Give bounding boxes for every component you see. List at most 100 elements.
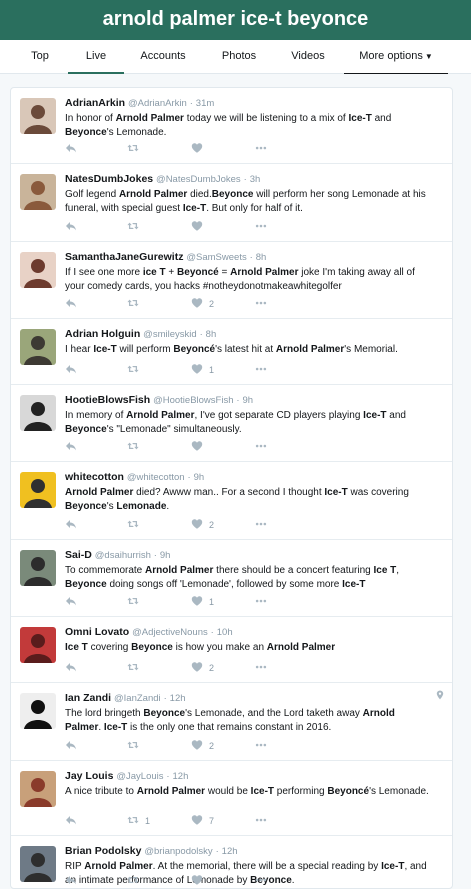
tweet[interactable]: SamanthaJaneGurewitz @SamSweets · 8h If … (11, 242, 452, 319)
avatar[interactable] (20, 174, 56, 210)
tweet[interactable]: Sai-D @dsaihurrish · 9h To commemorate A… (11, 540, 452, 617)
tweet[interactable]: HootieBlowsFish @HootieBlowsFish · 9h In… (11, 385, 452, 462)
retweet-button[interactable] (127, 297, 145, 311)
more-actions-button[interactable] (255, 142, 267, 156)
tweet[interactable]: AdrianArkin @AdrianArkin · 31m In honor … (11, 88, 452, 164)
tweet[interactable]: whitecotton @whitecotton · 9h Arnold Pal… (11, 462, 452, 540)
reply-button[interactable] (65, 297, 77, 311)
tweet-author-name[interactable]: SamanthaJaneGurewitz (65, 251, 183, 263)
tweet-timestamp[interactable]: 3h (250, 174, 261, 185)
avatar[interactable] (20, 329, 56, 365)
tweet-author-handle[interactable]: @HootieBlowsFish (153, 395, 233, 406)
reply-button[interactable] (65, 661, 77, 675)
tweet-timestamp[interactable]: 8h (206, 329, 217, 340)
reply-button[interactable] (65, 220, 77, 234)
avatar[interactable] (20, 771, 56, 807)
tweet-author-name[interactable]: NatesDumbJokes (65, 173, 153, 185)
like-button[interactable] (191, 874, 209, 888)
location-pin-icon[interactable] (436, 687, 444, 705)
retweet-button[interactable] (127, 440, 145, 454)
reply-button[interactable] (65, 739, 77, 753)
more-actions-button[interactable] (255, 518, 267, 532)
retweet-button[interactable] (127, 874, 145, 888)
tweet-timestamp[interactable]: 31m (196, 98, 214, 109)
avatar[interactable] (20, 846, 56, 882)
reply-button[interactable] (65, 363, 77, 377)
retweet-button[interactable] (127, 739, 145, 753)
tab-live[interactable]: Live (68, 40, 124, 74)
more-actions-button[interactable] (255, 363, 267, 377)
like-button[interactable] (191, 142, 209, 156)
tweet-author-handle[interactable]: @brianpodolsky (144, 846, 212, 857)
tweet[interactable]: Adrian Holguin @smileyskid · 8h I hear I… (11, 319, 452, 385)
tab-photos[interactable]: Photos (212, 40, 266, 74)
like-button[interactable]: 2 (191, 661, 214, 675)
more-actions-button[interactable] (255, 739, 267, 753)
tweet-author-handle[interactable]: @AdrianArkin (128, 98, 187, 109)
tweet-author-handle[interactable]: @AdjectiveNouns (132, 627, 208, 638)
tweet-author-handle[interactable]: @smileyskid (143, 329, 196, 340)
avatar[interactable] (20, 395, 56, 431)
tab-accounts[interactable]: Accounts (130, 40, 196, 74)
more-actions-button[interactable] (255, 440, 267, 454)
reply-button[interactable] (65, 595, 77, 609)
tweet-author-handle[interactable]: @IanZandi (114, 693, 161, 704)
more-actions-button[interactable] (255, 595, 267, 609)
like-button[interactable]: 2 (191, 297, 214, 311)
tweet-timestamp[interactable]: 12h (173, 771, 189, 782)
retweet-button[interactable] (127, 220, 145, 234)
tweet-author-name[interactable]: Ian Zandi (65, 692, 111, 704)
tweet[interactable]: Ian Zandi @IanZandi · 12h The lord bring… (11, 683, 452, 761)
tweet[interactable]: Omni Lovato @AdjectiveNouns · 10h Ice T … (11, 617, 452, 683)
tweet[interactable]: Jay Louis @JayLouis · 12h A nice tribute… (11, 761, 452, 836)
tweet-author-name[interactable]: whitecotton (65, 471, 124, 483)
more-actions-button[interactable] (255, 874, 267, 888)
like-button[interactable]: 2 (191, 739, 214, 753)
tweet-author-name[interactable]: Omni Lovato (65, 626, 129, 638)
tweet-timestamp[interactable]: 8h (256, 252, 267, 263)
tweet-author-name[interactable]: HootieBlowsFish (65, 394, 150, 406)
tab-top[interactable]: Top (18, 40, 62, 74)
reply-button[interactable] (65, 440, 77, 454)
tweet-author-handle[interactable]: @whitecotton (127, 472, 185, 483)
avatar[interactable] (20, 472, 56, 508)
tweet-author-handle[interactable]: @JayLouis (116, 771, 163, 782)
like-button[interactable]: 2 (191, 518, 214, 532)
tweet-author-name[interactable]: Jay Louis (65, 770, 113, 782)
retweet-button[interactable]: 1 (127, 814, 150, 828)
tweet-timestamp[interactable]: 9h (243, 395, 254, 406)
retweet-button[interactable] (127, 142, 145, 156)
like-button[interactable] (191, 220, 209, 234)
avatar[interactable] (20, 252, 56, 288)
tweet-timestamp[interactable]: 12h (222, 846, 238, 857)
tweet-author-handle[interactable]: @NatesDumbJokes (156, 174, 241, 185)
tweet[interactable]: Brian Podolsky @brianpodolsky · 12h RIP … (11, 836, 452, 888)
more-actions-button[interactable] (255, 297, 267, 311)
tweet[interactable]: NatesDumbJokes @NatesDumbJokes · 3h Golf… (11, 164, 452, 242)
reply-button[interactable] (65, 518, 77, 532)
more-actions-button[interactable] (255, 220, 267, 234)
tweet-author-name[interactable]: Sai-D (65, 549, 92, 561)
retweet-button[interactable] (127, 518, 145, 532)
reply-button[interactable] (65, 142, 77, 156)
avatar[interactable] (20, 550, 56, 586)
tab-videos[interactable]: Videos (282, 40, 334, 74)
tab-more-options[interactable]: More options ▼ (344, 40, 448, 74)
tweet-author-name[interactable]: Adrian Holguin (65, 328, 140, 340)
tweet-author-handle[interactable]: @SamSweets (186, 252, 246, 263)
retweet-button[interactable] (127, 595, 145, 609)
avatar[interactable] (20, 693, 56, 729)
reply-button[interactable] (65, 874, 77, 888)
tweet-author-handle[interactable]: @dsaihurrish (95, 550, 151, 561)
tweet-timestamp[interactable]: 9h (194, 472, 205, 483)
like-button[interactable]: 7 (191, 814, 214, 828)
tweet-timestamp[interactable]: 9h (160, 550, 171, 561)
tweet-author-name[interactable]: AdrianArkin (65, 97, 125, 109)
tweet-timestamp[interactable]: 10h (217, 627, 233, 638)
like-button[interactable] (191, 440, 209, 454)
tweet-author-name[interactable]: Brian Podolsky (65, 845, 141, 857)
more-actions-button[interactable] (255, 661, 267, 675)
avatar[interactable] (20, 98, 56, 134)
retweet-button[interactable] (127, 363, 145, 377)
tweet-timestamp[interactable]: 12h (170, 693, 186, 704)
